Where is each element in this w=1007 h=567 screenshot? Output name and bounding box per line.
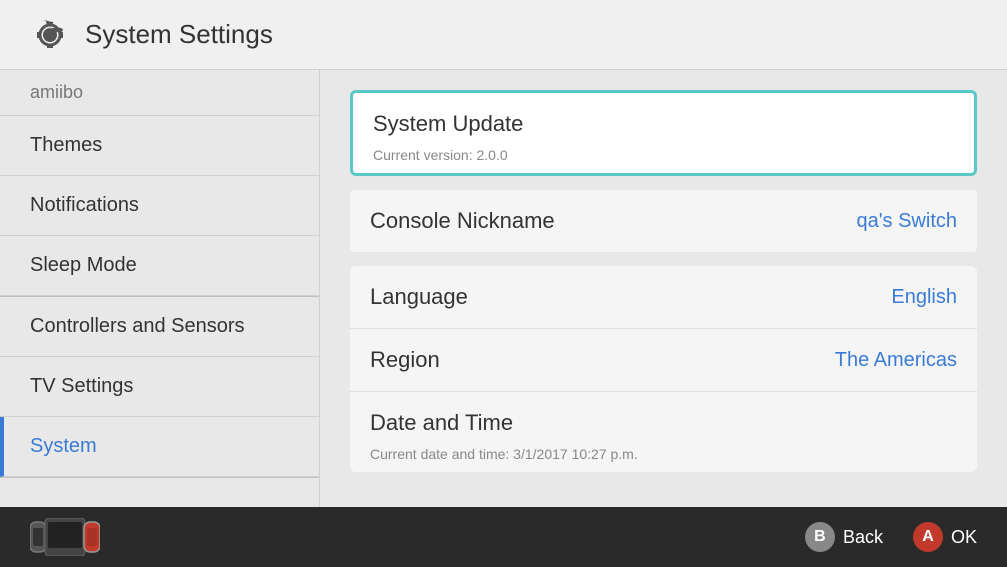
header: System Settings (0, 0, 1007, 70)
language-inner: Language English (350, 266, 977, 328)
locale-group: Language English Region The Americas Dat… (350, 266, 977, 472)
bottom-bar: B Back A OK (0, 507, 1007, 567)
separator-1 (350, 178, 977, 190)
system-update-item[interactable]: System Update Current version: 2.0.0 (350, 90, 977, 176)
system-update-inner: System Update (353, 93, 974, 155)
date-time-item[interactable]: Date and Time Current date and time: 3/1… (350, 392, 977, 472)
sidebar: amiibo Themes Notifications Sleep Mode C… (0, 70, 320, 567)
date-time-subtitle: Current date and time: 3/1/2017 10:27 p.… (350, 446, 977, 472)
a-button: A (913, 522, 943, 552)
sidebar-item-controllers-sensors[interactable]: Controllers and Sensors (0, 297, 319, 357)
language-item[interactable]: Language English (350, 266, 977, 329)
date-time-label: Date and Time (370, 410, 513, 436)
separator-2 (350, 254, 977, 266)
console-nickname-inner: Console Nickname qa's Switch (350, 190, 977, 252)
sidebar-item-notifications[interactable]: Notifications (0, 176, 319, 236)
region-inner: Region The Americas (350, 329, 977, 391)
ok-label: OK (951, 527, 977, 548)
console-svg (30, 518, 100, 556)
content-area: System Update Current version: 2.0.0 Con… (320, 70, 1007, 567)
console-nickname-item[interactable]: Console Nickname qa's Switch (350, 190, 977, 252)
sidebar-item-themes[interactable]: Themes (0, 116, 319, 176)
console-nickname-label: Console Nickname (370, 208, 555, 234)
console-nickname-value: qa's Switch (856, 210, 957, 233)
system-update-subtitle: Current version: 2.0.0 (353, 147, 974, 173)
region-label: Region (370, 347, 440, 373)
sidebar-item-amiibo[interactable]: amiibo (0, 70, 319, 116)
region-value: The Americas (835, 349, 957, 372)
b-button: B (805, 522, 835, 552)
sidebar-item-sleep-mode[interactable]: Sleep Mode (0, 236, 319, 296)
sidebar-item-tv-settings[interactable]: TV Settings (0, 357, 319, 417)
sidebar-group-display: Themes Notifications Sleep Mode (0, 116, 319, 297)
language-value: English (891, 286, 957, 309)
ok-button[interactable]: A OK (913, 522, 977, 552)
bottom-buttons: B Back A OK (805, 522, 977, 552)
system-update-label: System Update (373, 111, 523, 137)
sidebar-item-system[interactable]: System (0, 417, 319, 477)
back-label: Back (843, 527, 883, 548)
region-item[interactable]: Region The Americas (350, 329, 977, 392)
language-label: Language (370, 284, 468, 310)
sidebar-group-hardware: Controllers and Sensors TV Settings Syst… (0, 297, 319, 478)
page-title: System Settings (85, 19, 273, 50)
date-time-inner: Date and Time (350, 392, 977, 454)
main-layout: amiibo Themes Notifications Sleep Mode C… (0, 70, 1007, 567)
back-button[interactable]: B Back (805, 522, 883, 552)
console-icon (30, 518, 100, 556)
gear-icon (30, 15, 70, 55)
